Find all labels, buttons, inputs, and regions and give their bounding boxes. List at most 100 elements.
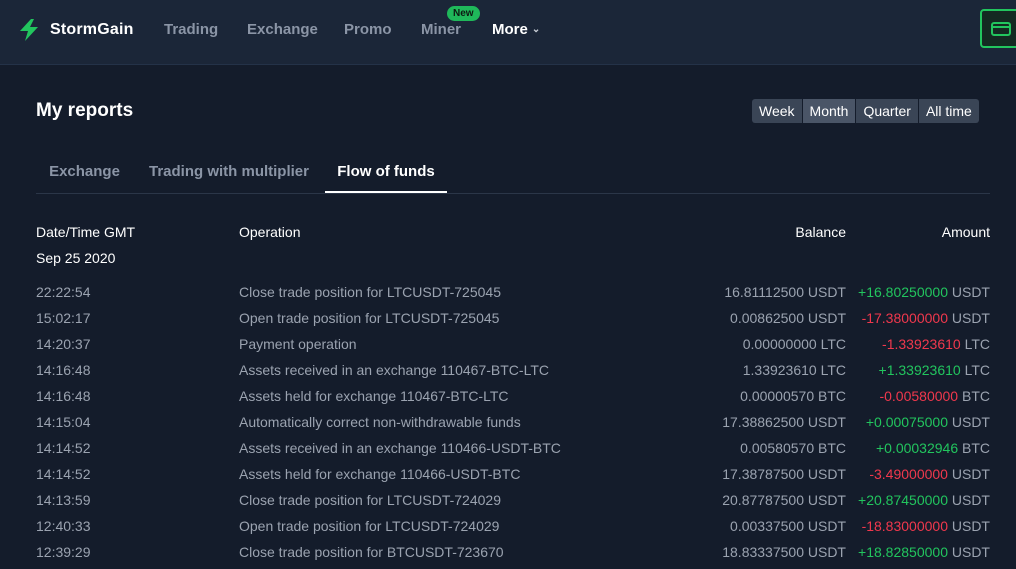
table-row[interactable]: 14:16:48 Assets received in an exchange 1… (0, 357, 1016, 383)
row-balance: 20.87787500 USDT (722, 492, 846, 508)
page-title: My reports (36, 100, 134, 121)
row-amount-currency: BTC (962, 440, 990, 456)
row-amount: +20.87450000 USDT (858, 487, 990, 513)
table-row[interactable]: 15:02:17 Open trade position for LTCUSDT-… (0, 305, 1016, 331)
table-row[interactable]: 14:14:52 Assets received in an exchange 1… (0, 435, 1016, 461)
brand-name: StormGain (50, 21, 134, 38)
row-amount-currency: USDT (951, 284, 990, 300)
row-time: 14:14:52 (36, 440, 91, 456)
row-operation: Open trade position for LTCUSDT-725045 (239, 310, 500, 326)
tab-flow-of-funds[interactable]: Flow of funds (325, 153, 447, 193)
nav-item-more-label: More (492, 21, 528, 38)
row-amount-value: -0.00580000 (879, 388, 959, 404)
row-amount-currency: USDT (951, 544, 990, 560)
row-balance: 0.00337500 USDT (730, 518, 846, 534)
row-time: 12:40:33 (36, 518, 91, 534)
table-row[interactable]: 12:40:33 Open trade position for LTCUSDT-… (0, 513, 1016, 539)
row-amount: -1.33923610 LTC (882, 331, 990, 357)
row-operation: Assets held for exchange 110466-USDT-BTC (239, 466, 521, 482)
row-balance: 18.83337500 USDT (722, 544, 846, 560)
row-time: 12:39:29 (36, 544, 91, 560)
chevron-down-icon: ⌄ (531, 24, 541, 35)
table-row[interactable]: 22:22:54 Close trade position for LTCUSDT… (0, 279, 1016, 305)
column-header-datetime[interactable]: Date/Time GMT (36, 224, 135, 240)
date-group-label: Sep 25 2020 (36, 250, 116, 266)
row-balance: 0.00862500 USDT (730, 310, 846, 326)
row-amount-currency: LTC (964, 362, 990, 378)
nav-item-promo[interactable]: Promo (344, 21, 392, 38)
row-balance: 17.38862500 USDT (722, 414, 846, 430)
report-tabs: Exchange Trading with multiplier Flow of… (36, 153, 990, 194)
row-balance: 17.38787500 USDT (722, 466, 846, 482)
row-balance: 16.81112500 USDT (724, 284, 846, 300)
table-row[interactable]: 14:16:48 Assets held for exchange 110467-… (0, 383, 1016, 409)
table-row[interactable]: 12:39:29 Close trade position for BTCUSDT… (0, 539, 1016, 565)
row-amount: -0.00580000 BTC (879, 383, 990, 409)
period-all-time-button[interactable]: All time (918, 99, 979, 123)
column-header-operation[interactable]: Operation (239, 224, 300, 240)
row-operation: Close trade position for BTCUSDT-723670 (239, 544, 504, 560)
row-amount: +1.33923610 LTC (879, 357, 990, 383)
row-amount-currency: BTC (962, 388, 990, 404)
row-amount-currency: USDT (951, 518, 990, 534)
new-badge: New (447, 6, 480, 21)
table-row[interactable]: 14:14:52 Assets held for exchange 110466-… (0, 461, 1016, 487)
row-time: 14:14:52 (36, 466, 91, 482)
row-amount-value: +0.00032946 (875, 440, 959, 456)
row-amount: -17.38000000 USDT (862, 305, 990, 331)
row-time: 14:20:37 (36, 336, 91, 352)
row-operation: Assets received in an exchange 110467-BT… (239, 362, 549, 378)
stormgain-bolt-icon (20, 19, 38, 41)
nav-item-exchange[interactable]: Exchange (247, 21, 318, 38)
row-amount-value: -17.38000000 (861, 310, 948, 326)
row-time: 14:16:48 (36, 388, 91, 404)
row-balance: 0.00000000 LTC (742, 336, 846, 352)
row-amount-currency: USDT (951, 492, 990, 508)
row-time: 14:15:04 (36, 414, 91, 430)
row-operation: Assets received in an exchange 110466-US… (239, 440, 561, 456)
row-amount-value: -3.49000000 (869, 466, 948, 482)
row-amount-value: +20.87450000 (858, 492, 948, 508)
row-amount: +16.80250000 USDT (858, 279, 990, 305)
tab-exchange[interactable]: Exchange (36, 153, 133, 193)
row-time: 22:22:54 (36, 284, 91, 300)
row-amount: -18.83000000 USDT (862, 513, 990, 539)
row-operation: Close trade position for LTCUSDT-725045 (239, 284, 501, 300)
period-month-button[interactable]: Month (802, 99, 856, 123)
period-week-button[interactable]: Week (752, 99, 802, 123)
row-amount-value: +16.80250000 (858, 284, 948, 300)
brand-logo[interactable]: StormGain (17, 17, 134, 43)
row-amount: +0.00075000 USDT (866, 409, 990, 435)
row-operation: Payment operation (239, 336, 357, 352)
row-operation: Automatically correct non-withdrawable f… (239, 414, 521, 430)
period-quarter-button[interactable]: Quarter (856, 99, 918, 123)
row-balance: 0.00580570 BTC (740, 440, 846, 456)
row-time: 15:02:17 (36, 310, 91, 326)
table-row[interactable]: 14:20:37 Payment operation 0.00000000 LTC -… (0, 331, 1016, 357)
row-operation: Open trade position for LTCUSDT-724029 (239, 518, 500, 534)
row-amount-currency: USDT (951, 414, 990, 430)
nav-item-trading[interactable]: Trading (164, 21, 218, 38)
row-amount-value: -18.83000000 (861, 518, 948, 534)
nav-item-more[interactable]: More ⌄ (492, 21, 540, 38)
table-row[interactable]: 14:15:04 Automatically correct non-withdr… (0, 409, 1016, 435)
wallet-icon (991, 21, 1011, 36)
row-time: 14:13:59 (36, 492, 91, 508)
table-row[interactable]: 14:13:59 Close trade position for LTCUSDT… (0, 487, 1016, 513)
wallet-button[interactable] (980, 9, 1016, 48)
row-time: 14:16:48 (36, 362, 91, 378)
tab-trading-with-multiplier[interactable]: Trading with multiplier (143, 153, 315, 193)
row-amount-value: +0.00075000 (865, 414, 948, 430)
row-operation: Assets held for exchange 110467-BTC-LTC (239, 388, 509, 404)
row-amount-value: -1.33923610 (882, 336, 961, 352)
nav-item-miner[interactable]: Miner (421, 21, 461, 38)
row-amount-currency: USDT (951, 466, 990, 482)
row-amount-currency: LTC (964, 336, 990, 352)
row-amount-value: +1.33923610 (878, 362, 961, 378)
row-amount: +0.00032946 BTC (876, 435, 990, 461)
row-balance: 1.33923610 LTC (742, 362, 846, 378)
column-header-balance[interactable]: Balance (795, 224, 846, 240)
row-balance: 0.00000570 BTC (740, 388, 846, 404)
column-header-amount[interactable]: Amount (942, 224, 990, 240)
row-amount-currency: USDT (951, 310, 990, 326)
